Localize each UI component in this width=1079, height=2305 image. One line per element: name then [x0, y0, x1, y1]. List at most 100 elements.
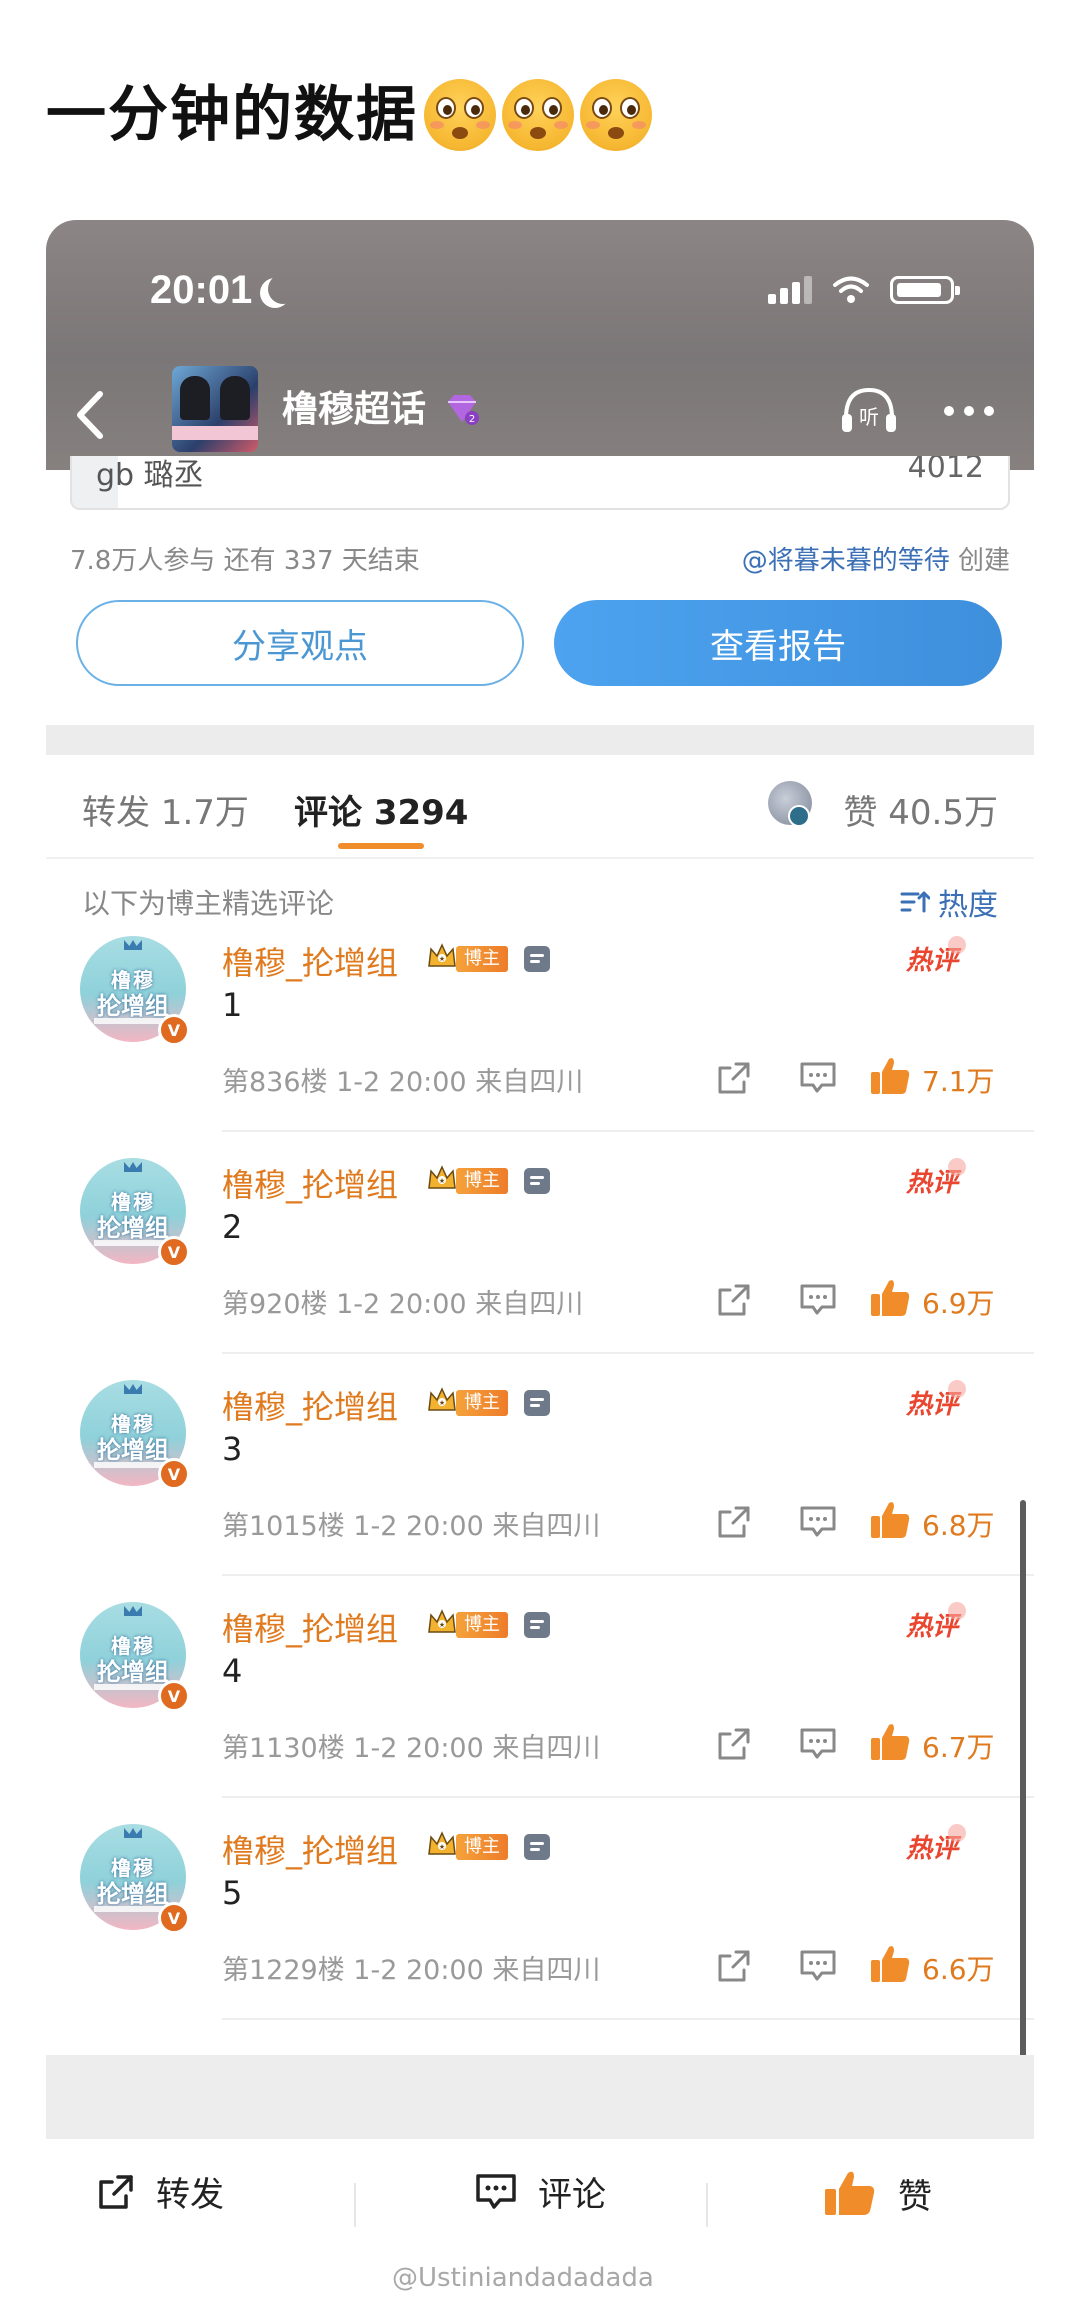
verified-v-badge: V: [158, 1458, 190, 1490]
like-thumb-icon[interactable]: [868, 1942, 912, 1986]
comment-like-count: 6.9万: [922, 1287, 995, 1320]
flushed-face-emoji-icon: [502, 79, 574, 151]
topic-avatar[interactable]: [172, 366, 258, 452]
avatar-text-line2: 抡增组: [97, 1658, 169, 1686]
repost-icon: [99, 2174, 133, 2209]
avatar-text-line1: 橹穆: [111, 1412, 155, 1436]
avatar-text-line1: 橹穆: [111, 1634, 155, 1658]
super-topic-diamond-icon: 2: [448, 395, 479, 425]
blogger-badge: 博主: [456, 1612, 508, 1638]
comment-meta: 第1130楼 1-2 20:00 来自四川: [222, 1733, 601, 1764]
repost-action-label: 转发: [156, 2175, 224, 2215]
user-note-icon: [524, 946, 550, 972]
tab-comment[interactable]: 评论 3294: [294, 785, 468, 834]
reply-icon[interactable]: [798, 1946, 838, 1986]
verified-v-badge: V: [158, 1902, 190, 1934]
reply-icon[interactable]: [798, 1724, 838, 1764]
action-divider: [706, 2183, 708, 2227]
list-footer: [46, 2055, 1034, 2139]
comment-text: 3: [222, 1430, 243, 1468]
tab-repost[interactable]: 转发 1.7万: [82, 785, 249, 834]
liker-avatar: [768, 781, 812, 827]
topic-name[interactable]: 橹穆超话: [282, 380, 426, 432]
like-thumb-icon[interactable]: [868, 1498, 912, 1542]
svg-text:★: ★: [439, 955, 445, 963]
section-divider: [46, 725, 1034, 755]
like-thumb-icon[interactable]: [868, 1276, 912, 1320]
comment-meta: 第1229楼 1-2 20:00 来自四川: [222, 1955, 601, 1986]
like-thumb-icon[interactable]: [868, 1720, 912, 1764]
verified-v-badge: V: [158, 1014, 190, 1046]
share-icon[interactable]: [714, 1502, 754, 1542]
crown-icon: ★: [428, 1831, 456, 1855]
commenter-name[interactable]: 橹穆_抡增组: [222, 1826, 398, 1872]
wifi-icon: [833, 276, 869, 303]
verified-v-badge: V: [158, 1680, 190, 1712]
commenter-name[interactable]: 橹穆_抡增组: [222, 1604, 398, 1650]
comment-text: 2: [222, 1208, 243, 1246]
share-icon[interactable]: [714, 1946, 754, 1986]
comment-divider: [222, 2018, 1034, 2020]
commenter-name[interactable]: 橹穆_抡增组: [222, 938, 398, 984]
blogger-badge: 博主: [456, 946, 508, 972]
embedded-screenshot: 20:01 橹穆超话 2 听 gb 璐丞 4012 7.8万人参与 还有 337…: [46, 220, 1034, 2305]
tab-likes[interactable]: 赞 40.5万: [843, 785, 998, 834]
scrollbar[interactable]: [1020, 1500, 1026, 2140]
share-icon[interactable]: [714, 1280, 754, 1320]
comment-like-count: 6.6万: [922, 1953, 995, 1986]
repost-action[interactable]: 转发: [96, 2167, 224, 2216]
reply-icon[interactable]: [798, 1058, 838, 1098]
post-title-text: 一分钟的数据: [46, 80, 418, 150]
share-icon[interactable]: [714, 1058, 754, 1098]
commenter-name[interactable]: 橹穆_抡增组: [222, 1160, 398, 1206]
topic-header: 20:01 橹穆超话 2 听: [46, 220, 1034, 470]
crown-icon: ★: [428, 943, 456, 967]
reply-icon[interactable]: [798, 1502, 838, 1542]
back-arrow-icon[interactable]: [66, 380, 116, 450]
like-thumb-icon[interactable]: [868, 1054, 912, 1098]
comment-action[interactable]: 评论: [474, 2167, 606, 2216]
svg-text:★: ★: [439, 1177, 445, 1185]
comment-meta: 第836楼 1-2 20:00 来自四川: [222, 1067, 584, 1098]
svg-text:★: ★: [439, 1843, 445, 1851]
cellular-signal-icon: [768, 276, 812, 304]
watermark: @Ustiniandadadada: [392, 2263, 654, 2293]
hot-comment-tag: 热评: [906, 1824, 967, 1865]
comment-item: 橹穆 抡增组 V 橹穆_抡增组 ★ 博主 热评 3 第1015楼 1-2 20:…: [46, 1354, 1034, 1576]
interaction-tabs: 转发 1.7万 评论 3294 赞 40.5万: [46, 755, 1034, 859]
verified-v-badge: V: [158, 1236, 190, 1268]
comment-item: 橹穆 抡增组 V 橹穆_抡增组 ★ 博主 热评 2 第920楼 1-2 20:0…: [46, 1132, 1034, 1354]
vip-level: 2: [469, 414, 475, 425]
avatar-text-line1: 橹穆: [111, 1190, 155, 1214]
comment-meta: 第920楼 1-2 20:00 来自四川: [222, 1289, 584, 1320]
more-options-icon[interactable]: [944, 406, 994, 416]
comment-meta: 第1015楼 1-2 20:00 来自四川: [222, 1511, 601, 1542]
status-time: 20:01: [150, 268, 253, 312]
action-divider: [354, 2183, 356, 2227]
vote-creator-link[interactable]: @将暮未暮的等待: [742, 546, 950, 576]
share-opinion-button[interactable]: 分享观点: [76, 600, 524, 686]
svg-text:★: ★: [439, 1621, 445, 1629]
comment-like-count: 6.7万: [922, 1731, 995, 1764]
view-report-button[interactable]: 查看报告: [554, 600, 1002, 686]
reply-icon[interactable]: [798, 1280, 838, 1320]
avatar-text-line2: 抡增组: [97, 1214, 169, 1242]
comment-text: 1: [222, 986, 243, 1024]
hot-comment-tag: 热评: [906, 1158, 967, 1199]
crown-icon: ★: [428, 1165, 456, 1189]
vote-participants: 7.8万人参与 还有 337 天结束: [70, 546, 420, 576]
user-note-icon: [524, 1612, 550, 1638]
user-note-icon: [524, 1390, 550, 1416]
vote-option-label: gb 璐丞: [96, 458, 204, 493]
comment-like-count: 7.1万: [922, 1065, 995, 1098]
listen-headphones-icon[interactable]: 听: [836, 378, 902, 444]
commenter-name[interactable]: 橹穆_抡增组: [222, 1382, 398, 1428]
hot-comment-tag: 热评: [906, 1380, 967, 1421]
status-icons: [768, 275, 960, 305]
comment-item: 橹穆 抡增组 V 橹穆_抡增组 ★ 博主 热评 1 第836楼 1-2 20:0…: [46, 910, 1034, 1132]
svg-text:听: 听: [859, 405, 879, 429]
vote-option[interactable]: gb 璐丞 4012: [70, 456, 1010, 510]
avatar-text-line2: 抡增组: [97, 992, 169, 1020]
share-icon[interactable]: [714, 1724, 754, 1764]
like-action[interactable]: 赞: [822, 2167, 932, 2219]
